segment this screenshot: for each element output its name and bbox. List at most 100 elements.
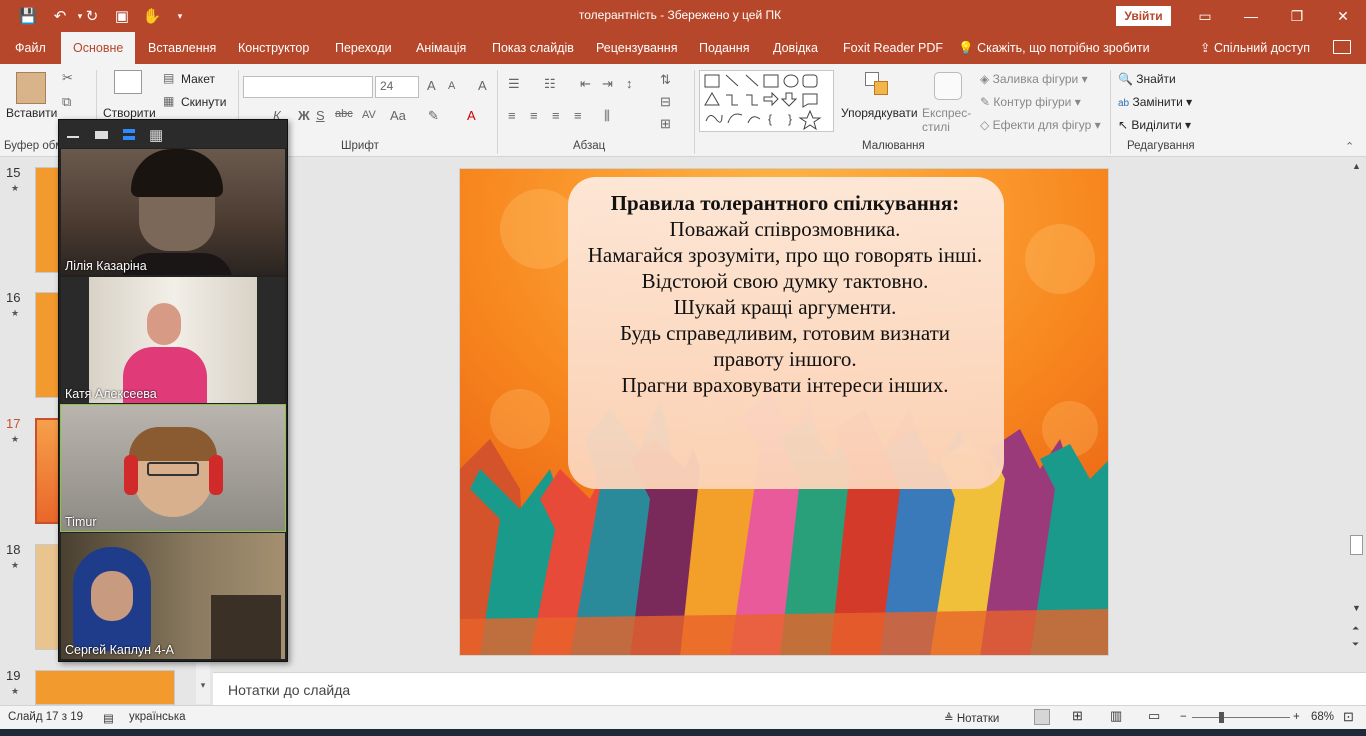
normal-view-icon[interactable]: [1034, 709, 1050, 725]
comments-icon[interactable]: [1333, 40, 1351, 54]
zoom-percent[interactable]: 68%: [1311, 711, 1334, 723]
slide-rule-line[interactable]: Намагайся зрозуміти, про що говорять інш…: [460, 243, 1108, 268]
tab-file[interactable]: Файл: [15, 32, 46, 64]
font-name-combo[interactable]: [243, 76, 373, 98]
numbering-icon[interactable]: ☷: [544, 76, 556, 92]
sign-in-button[interactable]: Увійти: [1116, 6, 1171, 26]
line-spacing-icon[interactable]: ↕: [626, 76, 633, 91]
notes-pane[interactable]: Нотатки до слайда: [213, 672, 1366, 705]
increase-font-icon[interactable]: A: [427, 78, 436, 93]
change-case-icon[interactable]: Aa: [390, 108, 406, 123]
align-left-icon[interactable]: ≡: [508, 108, 516, 123]
replace-button[interactable]: ab Замінити ▾: [1118, 95, 1192, 109]
next-slide-icon[interactable]: ⏷: [1352, 639, 1359, 650]
gallery-view-icon[interactable]: ▦: [149, 126, 163, 144]
restore-icon[interactable]: ❐: [1274, 0, 1320, 32]
char-spacing-icon[interactable]: AV: [362, 109, 376, 121]
tab-view[interactable]: Подання: [699, 32, 749, 64]
slide-rule-line[interactable]: Відстоюй свою думку тактовно.: [460, 269, 1108, 294]
participant-video[interactable]: Timur: [60, 404, 286, 532]
decrease-indent-icon[interactable]: ⇤: [580, 76, 591, 92]
ribbon-display-options-icon[interactable]: ▭: [1182, 0, 1228, 32]
slide-sorter-icon[interactable]: ⊞: [1072, 708, 1083, 724]
cut-icon[interactable]: ✂: [62, 70, 73, 86]
copy-icon[interactable]: ⧉: [62, 94, 71, 110]
tell-me-search[interactable]: 💡 Скажіть, що потрібно зробити: [958, 32, 1150, 64]
slide-rule-line[interactable]: правоту іншого.: [460, 347, 1108, 372]
slide-scrollbar[interactable]: ▲ ▼ ⏶ ⏷: [1348, 157, 1366, 672]
slide-rule-line[interactable]: Будь справедливим, готовим визнати: [460, 321, 1108, 346]
tab-animations[interactable]: Анімація: [416, 32, 466, 64]
font-size-combo[interactable]: 24: [375, 76, 419, 98]
previous-slide-icon[interactable]: ⏶: [1352, 623, 1359, 634]
shape-fill-button[interactable]: ◈ Заливка фігури ▾: [980, 72, 1088, 86]
slide-title[interactable]: Правила толерантного спілкування:: [460, 191, 1108, 216]
zoom-slider-thumb[interactable]: [1219, 712, 1224, 723]
zoom-in-icon[interactable]: +: [1293, 711, 1300, 723]
find-button[interactable]: 🔍 Знайти: [1118, 72, 1176, 86]
align-text-icon[interactable]: ⊟: [660, 94, 671, 110]
tab-slideshow[interactable]: Показ слайдів: [492, 32, 574, 64]
scroll-down-icon[interactable]: ▼: [1352, 603, 1361, 613]
fit-to-window-icon[interactable]: ⊡: [1343, 709, 1354, 725]
strikethrough-icon[interactable]: abc: [335, 108, 353, 120]
arrange-button[interactable]: Упорядкувати: [841, 106, 918, 120]
select-button[interactable]: ↖ Виділити ▾: [1118, 118, 1191, 132]
participant-video[interactable]: Сергей Каплун 4-А: [61, 533, 285, 659]
highlight-icon[interactable]: ✎: [428, 108, 439, 124]
paste-icon[interactable]: [16, 72, 46, 104]
customize-toolbar-icon[interactable]: ▾: [168, 0, 192, 32]
text-direction-icon[interactable]: ⇅: [660, 72, 671, 88]
bullets-icon[interactable]: ☰: [508, 76, 520, 92]
decrease-font-icon[interactable]: A: [448, 80, 455, 92]
scrollbar-thumb[interactable]: [1350, 535, 1363, 555]
scroll-down-icon[interactable]: ▾: [197, 680, 209, 694]
layout-button[interactable]: Макет: [181, 72, 215, 86]
notes-toggle[interactable]: ≜ Нотатки: [944, 711, 999, 725]
language-indicator[interactable]: українська: [129, 711, 186, 723]
shapes-gallery[interactable]: { }: [699, 70, 834, 132]
minimize-icon[interactable]: —: [1228, 0, 1274, 32]
shape-effects-button[interactable]: ◇ Ефекти для фігур ▾: [980, 118, 1101, 132]
reset-button[interactable]: Скинути: [181, 95, 226, 109]
paste-label[interactable]: Вставити: [6, 106, 57, 120]
tab-review[interactable]: Рецензування: [596, 32, 677, 64]
tab-home[interactable]: Основне: [61, 32, 136, 64]
clear-format-icon[interactable]: A: [478, 78, 487, 93]
current-slide[interactable]: Правила толерантного спілкування: Поважа…: [459, 168, 1109, 656]
redo-icon[interactable]: ↻: [80, 0, 104, 32]
justify-icon[interactable]: ≡: [574, 108, 582, 123]
slide-rule-line[interactable]: Шукай кращі аргументи.: [460, 295, 1108, 320]
slide-rule-line[interactable]: Поважай співрозмовника.: [460, 217, 1108, 242]
tab-help[interactable]: Довідка: [773, 32, 818, 64]
columns-icon[interactable]: ⫼: [604, 108, 610, 124]
video-call-panel[interactable]: ▦ Лілія Казаріна Катя Алексеева Timur Се…: [58, 119, 288, 662]
increase-indent-icon[interactable]: ⇥: [602, 76, 613, 92]
tab-transitions[interactable]: Переходи: [335, 32, 392, 64]
reading-view-icon[interactable]: ▥: [1110, 708, 1122, 724]
save-icon[interactable]: 💾: [16, 0, 40, 32]
align-center-icon[interactable]: ≡: [530, 108, 538, 123]
slide-rule-line[interactable]: Прагни враховувати інтереси інших.: [460, 373, 1108, 398]
speaker-view-icon[interactable]: [123, 129, 135, 140]
start-slideshow-icon[interactable]: ▣: [110, 0, 134, 32]
zoom-out-icon[interactable]: −: [1180, 711, 1187, 723]
touch-mode-icon[interactable]: ✋: [140, 0, 164, 32]
close-icon[interactable]: ✕: [1320, 0, 1366, 32]
hide-video-icon[interactable]: [95, 131, 108, 139]
minimize-video-icon[interactable]: [67, 136, 79, 138]
new-slide-icon[interactable]: [114, 70, 142, 94]
scroll-up-icon[interactable]: ▲: [1352, 161, 1361, 171]
new-slide-label[interactable]: Створити: [103, 106, 156, 120]
quick-styles-button[interactable]: Експрес-стилі: [922, 106, 972, 134]
participant-video[interactable]: Катя Алексеева: [61, 277, 285, 403]
share-button[interactable]: ⇪ Спільний доступ: [1200, 32, 1310, 64]
smartart-icon[interactable]: ⊞: [660, 116, 671, 132]
spellcheck-icon[interactable]: ▤: [103, 711, 114, 725]
collapse-ribbon-icon[interactable]: ⌃: [1345, 140, 1354, 153]
tab-foxit[interactable]: Foxit Reader PDF: [843, 32, 943, 64]
align-right-icon[interactable]: ≡: [552, 108, 560, 123]
notes-placeholder[interactable]: Нотатки до слайда: [228, 682, 350, 698]
tab-insert[interactable]: Вставлення: [148, 32, 216, 64]
tab-design[interactable]: Конструктор: [238, 32, 309, 64]
